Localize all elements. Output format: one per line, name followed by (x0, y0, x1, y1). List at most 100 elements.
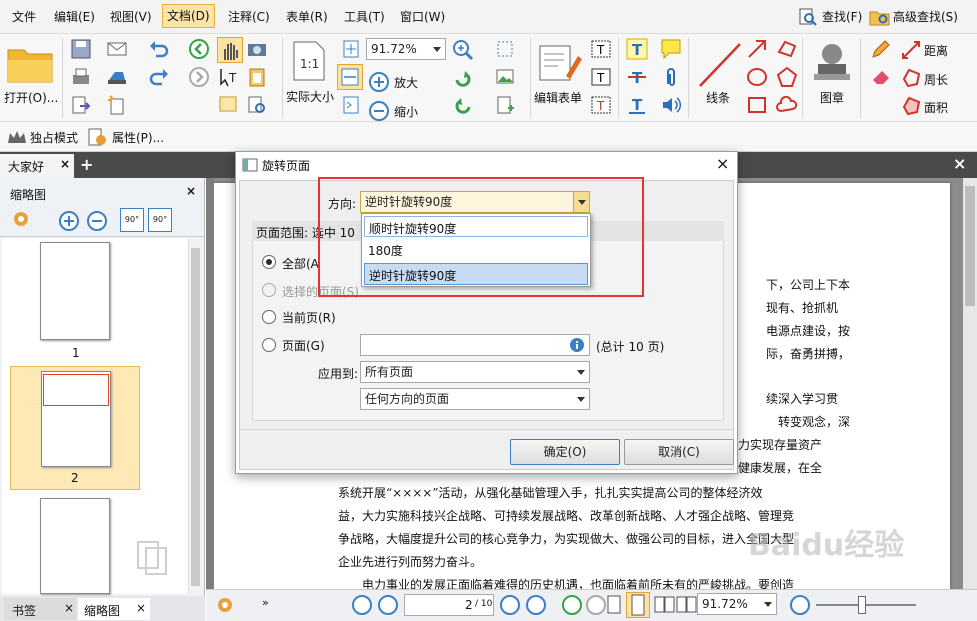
open-folder-icon[interactable] (6, 42, 54, 84)
rectangle-tool-icon[interactable] (746, 94, 768, 116)
last-page-button[interactable] (526, 595, 546, 615)
clipboard-icon[interactable] (246, 66, 268, 88)
panel-options-gear-icon[interactable] (10, 208, 36, 230)
menu-comment[interactable]: 注释(C) (228, 8, 270, 25)
typewriter-icon[interactable]: T (626, 38, 648, 60)
underline-icon[interactable]: T (626, 94, 648, 116)
previous-page-button[interactable] (378, 595, 398, 615)
pages-input[interactable] (360, 334, 590, 356)
exclusive-mode-button[interactable]: 独占模式 (30, 129, 78, 146)
perimeter-icon[interactable] (900, 67, 922, 89)
thumb-zoom-in-icon[interactable] (58, 210, 80, 232)
save-icon[interactable] (70, 38, 92, 60)
fit-visible-icon[interactable] (340, 94, 362, 116)
text-field-icon[interactable]: T (590, 38, 612, 60)
properties-button[interactable]: 属性(P)... (112, 129, 164, 146)
status-zoom-combo[interactable]: 91.72% (697, 593, 777, 615)
new-tab-icon[interactable]: + (80, 155, 93, 174)
edit-form-icon[interactable] (538, 40, 582, 84)
undo-icon[interactable] (148, 38, 170, 60)
redo-icon[interactable] (148, 66, 170, 88)
close-tab-icon[interactable]: × (60, 157, 70, 171)
print-icon[interactable] (70, 66, 92, 88)
thumb-rotate-ccw-button[interactable]: 90° (120, 208, 144, 232)
radio-all[interactable] (262, 255, 276, 269)
rotate-cw-icon[interactable] (452, 69, 474, 91)
crop-icon[interactable] (494, 38, 516, 60)
zoom-in-label[interactable]: 放大 (394, 74, 418, 91)
page-thumbnail[interactable] (40, 242, 110, 340)
forward-view-button[interactable] (586, 595, 606, 615)
line-tool-icon[interactable] (696, 40, 744, 90)
facing-pages-icon[interactable] (654, 595, 676, 615)
thumbnails-tab[interactable]: 缩略图 × (78, 598, 150, 620)
page-insert-icon[interactable] (494, 94, 516, 116)
page-thumbnail-selected[interactable]: 2 (10, 366, 140, 490)
strikeout-icon[interactable]: T (626, 66, 648, 88)
zoom-in-magnifier-icon[interactable] (452, 39, 474, 61)
continuous-facing-icon[interactable] (676, 595, 698, 615)
close-tab-icon[interactable]: × (64, 601, 74, 615)
menu-tools[interactable]: 工具(T) (344, 8, 385, 25)
next-page-button[interactable] (500, 595, 520, 615)
text-box-icon[interactable]: T (590, 66, 612, 88)
zoom-slider-thumb[interactable] (858, 596, 866, 614)
note-icon[interactable] (660, 38, 682, 60)
expand-icon[interactable]: » (262, 596, 269, 609)
find-replace-icon[interactable] (246, 94, 268, 116)
open-button-label[interactable]: 打开(O)... (4, 89, 58, 106)
stamp-icon[interactable] (810, 40, 854, 84)
orientation-combo[interactable]: 任何方向的页面 (360, 388, 590, 410)
area-icon[interactable] (900, 95, 922, 117)
zoom-out-label[interactable]: 缩小 (394, 103, 418, 120)
new-document-icon[interactable] (106, 94, 128, 116)
export-icon[interactable] (70, 94, 92, 116)
image-insert-icon[interactable] (494, 66, 516, 88)
scanner-icon[interactable] (106, 66, 128, 88)
radio-current-page[interactable] (262, 310, 276, 324)
actual-size-icon[interactable]: 1:1 (292, 40, 326, 82)
menu-view[interactable]: 视图(V) (110, 8, 152, 25)
zoom-in-icon[interactable] (368, 71, 390, 93)
viewer-splitter[interactable] (206, 178, 214, 589)
cloud-tool-icon[interactable] (776, 94, 798, 116)
panel-close-icon[interactable]: × (186, 184, 196, 198)
menu-window[interactable]: 窗口(W) (400, 8, 445, 25)
pencil-icon[interactable] (870, 38, 892, 60)
fit-width-button[interactable] (337, 64, 363, 90)
callout-icon[interactable]: T (590, 94, 612, 116)
menu-form[interactable]: 表单(R) (286, 8, 328, 25)
forward-icon[interactable] (188, 66, 210, 88)
menu-file[interactable]: 文件 (12, 8, 36, 25)
radio-pages[interactable] (262, 338, 276, 352)
dialog-close-icon[interactable]: × (716, 154, 729, 173)
select-text-icon[interactable]: T (217, 66, 239, 88)
email-icon[interactable] (106, 38, 128, 60)
attachment-icon[interactable] (660, 66, 682, 88)
fit-page-icon[interactable] (340, 38, 362, 60)
edit-form-label[interactable]: 编辑表单 (534, 89, 582, 106)
actual-size-label[interactable]: 实际大小 (286, 88, 334, 105)
ellipse-tool-icon[interactable] (746, 66, 768, 88)
cancel-button[interactable]: 取消(C) (624, 439, 734, 465)
zoom-slider-track[interactable] (816, 604, 916, 606)
back-view-button[interactable] (562, 595, 582, 615)
continuous-page-button[interactable] (626, 592, 650, 618)
sound-icon[interactable] (660, 94, 682, 116)
settings-gear-icon[interactable] (214, 594, 238, 616)
area-label[interactable]: 面积 (924, 99, 948, 116)
viewer-scrollbar[interactable] (963, 178, 977, 589)
close-document-icon[interactable]: × (953, 154, 966, 173)
arrow-tool-icon[interactable] (746, 38, 768, 60)
bookmarks-tab[interactable]: 书签 × (4, 598, 76, 620)
snapshot-region-icon[interactable] (217, 94, 239, 116)
page-thumbnail[interactable] (40, 498, 110, 594)
thumb-zoom-out-icon[interactable] (86, 210, 108, 232)
close-tab-icon[interactable]: × (136, 601, 146, 615)
menu-edit[interactable]: 编辑(E) (54, 8, 95, 25)
polygon-tool-icon[interactable] (776, 66, 798, 88)
apply-to-combo[interactable]: 所有页面 (360, 361, 590, 383)
menu-find[interactable]: 查找(F) (822, 8, 862, 25)
back-icon[interactable] (188, 38, 210, 60)
eraser-icon[interactable] (870, 66, 892, 88)
